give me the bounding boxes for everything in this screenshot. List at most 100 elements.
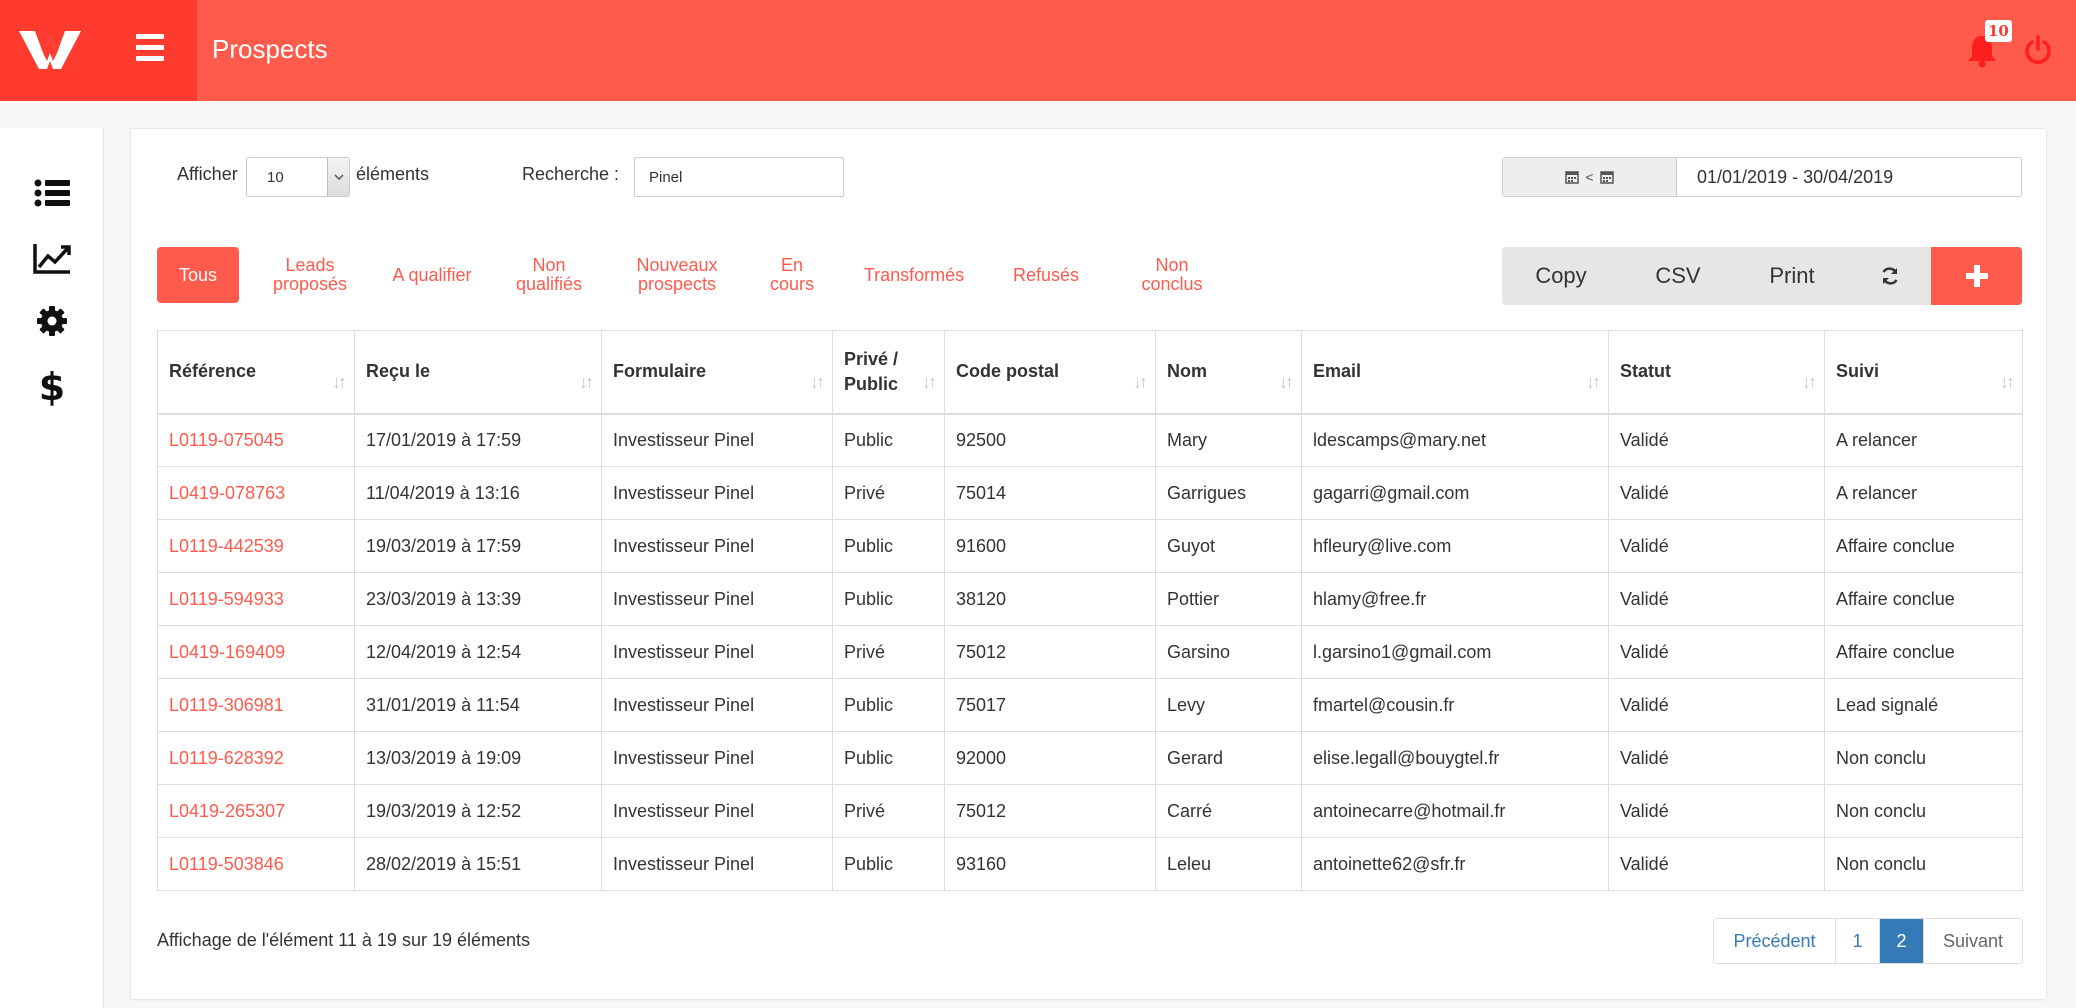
table-cell: Mary <box>1155 413 1302 467</box>
table-info: Affichage de l'élément 11 à 19 sur 19 él… <box>157 930 531 950</box>
column-header[interactable]: Référence ↓↑ <box>157 330 355 415</box>
table-row[interactable]: L0119-594933 23/03/2019 à 13:39 Investisse… <box>157 572 2023 626</box>
table-cell: Non conclu <box>1824 731 2023 785</box>
sidebar-item-billing[interactable]: $ <box>30 365 74 409</box>
table-cell: Validé <box>1608 837 1825 891</box>
filter-non-conclus[interactable]: Non conclus <box>1125 247 1219 303</box>
table-cell: Public <box>832 519 945 573</box>
reference-link[interactable]: L0419-265307 <box>157 784 355 838</box>
power-icon[interactable] <box>2022 34 2054 66</box>
print-button[interactable]: Print <box>1736 247 1848 305</box>
reference-link[interactable]: L0419-078763 <box>157 466 355 520</box>
reference-link[interactable]: L0419-169409 <box>157 625 355 679</box>
date-range-picker[interactable]: < 01/01/2019 - 30/04/2019 <box>1502 157 2022 197</box>
dollar-icon: $ <box>38 365 66 409</box>
table-header-row: Référence ↓↑ Reçu le ↓↑ Formulaire ↓↑ Privé… <box>157 330 2023 415</box>
gear-icon <box>37 306 67 336</box>
menu-toggle-icon[interactable] <box>136 34 164 64</box>
table-cell: 17/01/2019 à 17:59 <box>354 413 602 467</box>
table-row[interactable]: L0119-075045 17/01/2019 à 17:59 Investisse… <box>157 413 2023 467</box>
table-row[interactable]: L0419-078763 11/04/2019 à 13:16 Investisse… <box>157 466 2023 520</box>
table-row[interactable]: L0419-265307 19/03/2019 à 12:52 Investisse… <box>157 784 2023 838</box>
table-cell: A relancer <box>1824 466 2023 520</box>
table-cell: 28/02/2019 à 15:51 <box>354 837 602 891</box>
filter-tous[interactable]: Tous <box>157 247 239 303</box>
filter-refuses[interactable]: Refusés <box>1004 247 1088 303</box>
filter-nouveaux-prospects[interactable]: Nouveaux prospects <box>625 247 729 303</box>
next-page-button[interactable]: Suivant <box>1924 919 2022 963</box>
column-header[interactable]: Email ↓↑ <box>1301 330 1609 415</box>
page-size-select[interactable]: 10 <box>246 157 350 197</box>
filter-non-qualifies[interactable]: Non qualifiés <box>504 247 594 303</box>
table-cell: Pottier <box>1155 572 1302 626</box>
table-cell: Validé <box>1608 413 1825 467</box>
list-icon <box>34 179 70 207</box>
column-header[interactable]: Code postal ↓↑ <box>944 330 1156 415</box>
reference-link[interactable]: L0119-075045 <box>157 413 355 467</box>
table-row[interactable]: L0119-306981 31/01/2019 à 11:54 Investisse… <box>157 678 2023 732</box>
table-cell: Garsino <box>1155 625 1302 679</box>
plus-icon <box>1965 265 1988 287</box>
table-cell: Public <box>832 413 945 467</box>
search-input[interactable] <box>634 157 844 197</box>
table-cell: Lead signalé <box>1824 678 2023 732</box>
table-cell: 75014 <box>944 466 1156 520</box>
table-cell: 12/04/2019 à 12:54 <box>354 625 602 679</box>
table-cell: Validé <box>1608 625 1825 679</box>
sidebar-item-settings[interactable] <box>30 301 74 341</box>
top-bar: Prospects 10 <box>0 0 2076 101</box>
notification-badge: 10 <box>1985 20 2012 42</box>
column-header[interactable]: Statut ↓↑ <box>1608 330 1825 415</box>
add-prospect-button[interactable] <box>1931 247 2022 305</box>
table-row[interactable]: L0419-169409 12/04/2019 à 12:54 Investisse… <box>157 625 2023 679</box>
sort-icon: ↓↑ <box>1133 371 1148 392</box>
sort-icon: ↓↑ <box>922 371 937 392</box>
table-cell: Carré <box>1155 784 1302 838</box>
page-1-button[interactable]: 1 <box>1836 919 1880 963</box>
previous-page-button[interactable]: Précédent <box>1714 919 1836 963</box>
column-header[interactable]: Suivi ↓↑ <box>1824 330 2023 415</box>
table-cell: l.garsino1@gmail.com <box>1301 625 1609 679</box>
csv-button[interactable]: CSV <box>1620 247 1736 305</box>
table-cell: Public <box>832 837 945 891</box>
table-row[interactable]: L0119-442539 19/03/2019 à 17:59 Investisse… <box>157 519 2023 573</box>
sort-icon: ↓↑ <box>810 371 825 392</box>
sidebar-item-stats[interactable] <box>30 238 74 278</box>
sort-icon: ↓↑ <box>2000 371 2015 392</box>
table-cell: 23/03/2019 à 13:39 <box>354 572 602 626</box>
table-cell: 92000 <box>944 731 1156 785</box>
reference-link[interactable]: L0119-503846 <box>157 837 355 891</box>
filter-transformes[interactable]: Transformés <box>854 247 974 303</box>
table-cell: Privé <box>832 625 945 679</box>
reference-link[interactable]: L0119-306981 <box>157 678 355 732</box>
page-title: Prospects <box>212 34 328 64</box>
reference-link[interactable]: L0119-594933 <box>157 572 355 626</box>
table-cell: Affaire conclue <box>1824 625 2023 679</box>
calendar-icon <box>1565 171 1580 184</box>
column-header[interactable]: Privé / Public ↓↑ <box>832 330 945 415</box>
column-header[interactable]: Nom ↓↑ <box>1155 330 1302 415</box>
logo-icon[interactable] <box>17 27 83 73</box>
table-cell: 75012 <box>944 784 1156 838</box>
table-row[interactable]: L0119-503846 28/02/2019 à 15:51 Investisse… <box>157 837 2023 891</box>
table-cell: 75012 <box>944 625 1156 679</box>
table-row[interactable]: L0119-628392 13/03/2019 à 19:09 Investisse… <box>157 731 2023 785</box>
reference-link[interactable]: L0119-628392 <box>157 731 355 785</box>
reference-link[interactable]: L0119-442539 <box>157 519 355 573</box>
column-header[interactable]: Formulaire ↓↑ <box>601 330 833 415</box>
table-cell: 92500 <box>944 413 1156 467</box>
table-cell: 19/03/2019 à 12:52 <box>354 784 602 838</box>
copy-button[interactable]: Copy <box>1502 247 1620 305</box>
refresh-button[interactable] <box>1848 247 1932 305</box>
filter-leads-proposes[interactable]: Leads proposés <box>262 247 358 303</box>
sidebar-item-prospects[interactable] <box>30 173 74 213</box>
table-cell: 13/03/2019 à 19:09 <box>354 731 602 785</box>
table-cell: hfleury@live.com <box>1301 519 1609 573</box>
filter-a-qualifier[interactable]: A qualifier <box>380 247 484 303</box>
search-label: Recherche : <box>522 164 620 184</box>
table-cell: Affaire conclue <box>1824 519 2023 573</box>
filter-en-cours[interactable]: En cours <box>760 247 824 303</box>
page-2-button[interactable]: 2 <box>1880 919 1924 963</box>
sort-icon: ↓↑ <box>579 371 594 392</box>
column-header[interactable]: Reçu le ↓↑ <box>354 330 602 415</box>
